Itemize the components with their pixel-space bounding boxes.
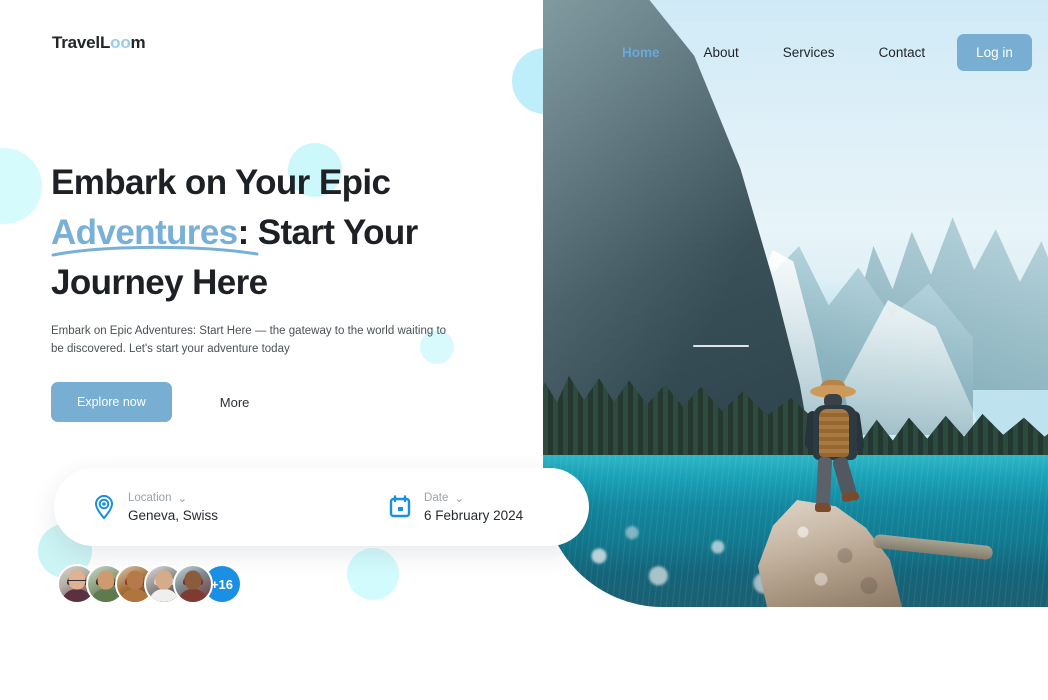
explore-now-button[interactable]: Explore now: [51, 382, 172, 422]
hiker-figure: [793, 380, 883, 525]
avatar-face: [126, 570, 144, 590]
avatar-face: [184, 570, 202, 590]
right-boot: [841, 490, 860, 503]
page-subtitle: Embark on Epic Adventures: Start Here — …: [51, 325, 447, 355]
nav-link-about[interactable]: About: [682, 45, 761, 60]
location-label-row: Location ⌄: [128, 491, 218, 505]
location-label: Location: [128, 492, 172, 504]
left-leg: [815, 456, 833, 508]
cta-row: Explore now More: [51, 382, 249, 422]
avatar-group: +16: [57, 563, 242, 605]
landing-page: TravelLoom Home About Services Contact L…: [0, 0, 1048, 700]
page-title: Embark on Your Epic Adventures: Start You…: [51, 158, 511, 308]
headline-line-3: Journey Here: [51, 263, 268, 302]
left-boot: [815, 503, 831, 512]
avatar-body: [178, 589, 208, 602]
calendar-icon: [389, 495, 411, 518]
date-label: Date: [424, 492, 449, 504]
headline-line-1: Embark on Your Epic: [51, 163, 391, 202]
brand-logo[interactable]: TravelLoom: [52, 33, 146, 53]
avatar-face: [97, 570, 115, 590]
location-text: Location ⌄ Geneva, Swiss: [128, 491, 218, 523]
date-field[interactable]: Date ⌄ 6 February 2024: [388, 491, 523, 523]
top-navigation: TravelLoom Home About Services Contact L…: [0, 0, 1048, 88]
avatar[interactable]: [173, 564, 213, 604]
nav-links: Home About Services Contact Log in: [600, 34, 1032, 71]
location-value: Geneva, Swiss: [128, 508, 219, 523]
boat-wake-streak: [693, 345, 749, 347]
chevron-down-icon[interactable]: ⌄: [177, 491, 187, 505]
avatar-glasses: [68, 579, 86, 585]
headline-line-2-rest: : Start Your: [237, 213, 419, 252]
booking-search-card: Location ⌄ Geneva, Swiss Date ⌄ 6 Februa…: [54, 468, 589, 546]
brand-logo-part3: m: [130, 33, 146, 52]
brand-logo-part1: TravelL: [52, 33, 111, 52]
location-pin-icon: [94, 494, 114, 520]
avatar-face: [155, 570, 173, 590]
date-label-row: Date ⌄: [424, 491, 523, 505]
location-field[interactable]: Location ⌄ Geneva, Swiss: [92, 491, 218, 523]
hero-image: [543, 0, 1048, 607]
underline-swoosh: [51, 245, 259, 257]
date-value: 6 February 2024: [424, 508, 524, 523]
quilted-vest: [819, 409, 849, 457]
brand-logo-accent: oo: [110, 33, 131, 52]
nav-link-home[interactable]: Home: [600, 45, 682, 60]
date-text: Date ⌄ 6 February 2024: [424, 491, 523, 523]
nav-link-services[interactable]: Services: [761, 45, 857, 60]
nav-link-contact[interactable]: Contact: [857, 45, 948, 60]
login-button[interactable]: Log in: [957, 34, 1032, 71]
chevron-down-icon[interactable]: ⌄: [454, 491, 464, 505]
more-link[interactable]: More: [220, 395, 250, 410]
